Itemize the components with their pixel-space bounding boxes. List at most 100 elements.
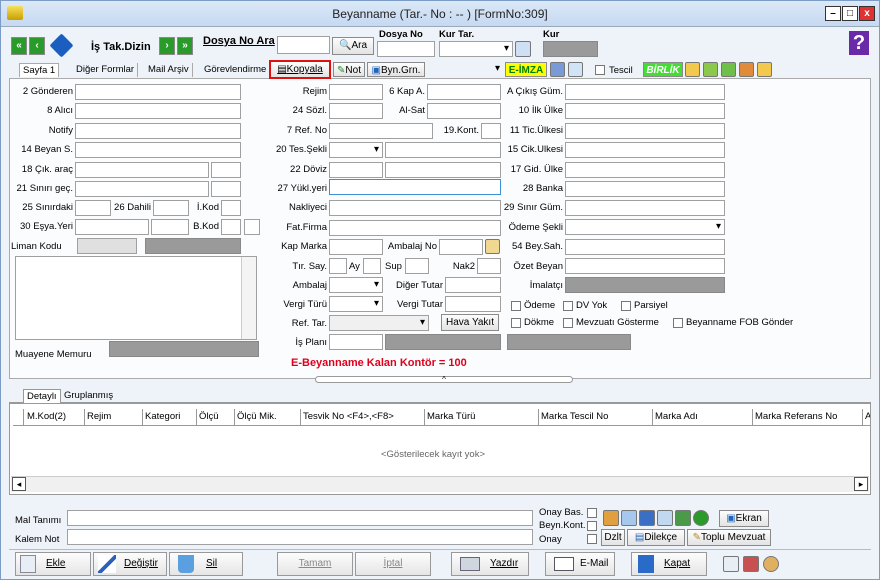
users-icon[interactable] (603, 510, 619, 526)
doviz-input[interactable] (329, 162, 383, 178)
bey-sah-input[interactable] (565, 239, 725, 255)
col-marka-adi[interactable]: Marka Adı (653, 409, 753, 425)
sil-button[interactable]: Sil (169, 552, 243, 576)
tes-sekli-select[interactable] (329, 142, 383, 158)
info-icon[interactable] (49, 33, 74, 58)
tamam-button[interactable]: Tamam (277, 552, 353, 576)
kont-input[interactable] (481, 123, 501, 139)
minimize-icon[interactable]: – (825, 6, 841, 21)
kur-tar-select[interactable] (439, 41, 513, 57)
bkod-input[interactable] (221, 219, 241, 235)
open-folder-icon[interactable] (757, 62, 772, 77)
stamp-icon[interactable] (568, 62, 583, 77)
parsiyel-checkbox[interactable] (621, 301, 631, 311)
nak2-input[interactable] (477, 258, 501, 274)
grid-hscroll[interactable] (11, 476, 869, 492)
sozl-input[interactable] (329, 103, 383, 119)
export-icon[interactable] (739, 62, 754, 77)
not-button[interactable]: ✎Not (333, 62, 365, 77)
report-icon[interactable] (621, 510, 637, 526)
beyan-input[interactable] (75, 142, 241, 158)
upload-icon[interactable] (703, 62, 718, 77)
iptal-button[interactable]: İptal (355, 552, 431, 576)
onay-bas-checkbox[interactable] (587, 508, 597, 518)
rejim-input[interactable] (329, 84, 383, 100)
sinirdaki-input[interactable] (75, 200, 111, 216)
bkod-extra-input[interactable] (244, 219, 260, 235)
tab-detayli[interactable]: Detaylı (23, 389, 61, 403)
sup-input[interactable] (405, 258, 429, 274)
col-kategori[interactable]: Kategori (143, 409, 197, 425)
kap-a-input[interactable] (427, 84, 501, 100)
ekle-button[interactable]: Ekle (15, 552, 91, 576)
cik-ulkesi-input[interactable] (565, 142, 725, 158)
birlik-button[interactable]: BİRLİK (643, 62, 683, 77)
ay-input[interactable] (363, 258, 381, 274)
notify-input[interactable] (75, 123, 241, 139)
dv-yok-checkbox[interactable] (563, 301, 573, 311)
nakliyeci-input[interactable] (329, 200, 501, 216)
first-record-button[interactable]: « (11, 37, 27, 55)
toplu-mevzuat-button[interactable]: ✎Toplu Mevzuat (687, 529, 771, 546)
notes-icon[interactable] (723, 556, 739, 572)
odeme-sekli-select[interactable] (565, 219, 725, 235)
tic-ulkesi-input[interactable] (565, 123, 725, 139)
onay-checkbox[interactable] (587, 534, 597, 544)
byn-grn-select[interactable] (427, 62, 503, 78)
refresh-icon[interactable] (721, 62, 736, 77)
esya-yeri-code-input[interactable] (151, 219, 189, 235)
col-marka-turu[interactable]: Marka Türü (425, 409, 539, 425)
cikis-gum-input[interactable] (565, 84, 725, 100)
col-olcu-mik[interactable]: Ölçü Mik. (235, 409, 301, 425)
ilk-ulke-input[interactable] (565, 103, 725, 119)
close-icon[interactable]: x (859, 6, 875, 21)
vergi-turu-select[interactable] (329, 296, 383, 312)
fat-firma-input[interactable] (329, 220, 501, 236)
gonderen-input[interactable] (75, 84, 241, 100)
ara-button[interactable]: 🔍Ara (332, 37, 374, 55)
ref-tar-select[interactable] (329, 315, 429, 331)
go-icon[interactable] (693, 510, 709, 526)
shield-icon[interactable] (550, 62, 565, 77)
alici-input[interactable] (75, 103, 241, 119)
kopyala-button[interactable]: ▤Kopyala (269, 60, 331, 79)
sinir-gum-input[interactable] (565, 200, 725, 216)
col-tesvik[interactable]: Tesvik No <F4>,<F8> (301, 409, 425, 425)
tab-gorevlendirme[interactable]: Görevlendirme (201, 63, 271, 77)
odeme-checkbox[interactable] (511, 301, 521, 311)
scroll-right-icon[interactable]: ▸ (854, 477, 868, 491)
tab-sayfa1[interactable]: Sayfa 1 (19, 63, 60, 77)
table-icon[interactable] (657, 510, 673, 526)
email-button[interactable]: E-Mail (545, 552, 615, 576)
doviz-name-input[interactable] (385, 162, 501, 178)
kap-marka-input[interactable] (329, 239, 383, 255)
ambalaj-no-input[interactable] (439, 239, 483, 255)
notes-textarea[interactable] (15, 256, 257, 340)
col-mkod[interactable]: M.Kod(2) (25, 409, 85, 425)
sinir-gec-input[interactable] (75, 181, 209, 197)
diger-tutar-input[interactable] (445, 277, 501, 293)
dokme-checkbox[interactable] (511, 318, 521, 328)
mal-tanimi-input[interactable] (67, 510, 533, 526)
tir-say-input[interactable] (329, 258, 347, 274)
col-rejim[interactable]: Rejim (85, 409, 143, 425)
mevzuat-checkbox[interactable] (563, 318, 573, 328)
kalem-not-input[interactable] (67, 529, 533, 545)
scrollbar[interactable] (241, 257, 256, 339)
tab-mail-arsiv[interactable]: Mail Arşiv (145, 63, 193, 77)
kapat-button[interactable]: Kapat (631, 552, 707, 576)
gid-ulke-input[interactable] (565, 162, 725, 178)
maximize-icon[interactable]: □ (842, 6, 858, 21)
hava-yakit-button[interactable]: Hava Yakıt (441, 314, 499, 331)
col-marka-tescil[interactable]: Marka Tescil No (539, 409, 653, 425)
splitter-handle[interactable]: ^ (315, 376, 573, 384)
col-olcu[interactable]: Ölçü (197, 409, 235, 425)
is-plani-input[interactable] (329, 334, 383, 350)
col-a[interactable]: A (863, 409, 871, 425)
dzlt-button[interactable]: Dzlt (601, 529, 625, 546)
sinir-gec-code-input[interactable] (211, 181, 241, 197)
excel-icon[interactable] (675, 510, 691, 526)
dahili-input[interactable] (153, 200, 189, 216)
help-icon[interactable]: ? (849, 31, 869, 55)
col-marka-ref[interactable]: Marka Referans No (753, 409, 863, 425)
